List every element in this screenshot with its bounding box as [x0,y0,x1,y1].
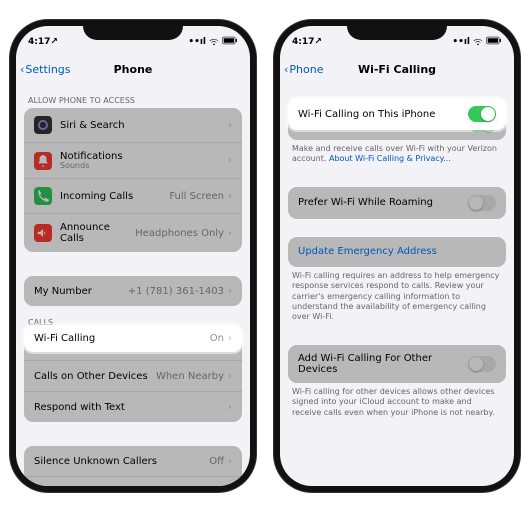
signal-icon: ••ıl [452,37,470,47]
wifi-on-iphone-label: Wi-Fi Calling on This iPhone [298,109,468,120]
wifi-icon [473,36,483,49]
notch [347,20,447,40]
screen-2: 4:17↗ ••ıl ‹Phone Wi-Fi Calling Wi-Fi Ca… [280,26,514,486]
back-button[interactable]: ‹Phone [280,63,323,76]
battery-icon [222,36,238,48]
announce-label: Announce Calls [60,222,135,244]
other-value: When Nearby [156,371,224,382]
signal-icon: ••ıl [188,37,206,47]
prefer-switch[interactable] [468,195,496,211]
row-silence[interactable]: Silence Unknown Callers Off › [24,446,242,477]
chevron-right-icon: › [228,371,232,382]
announce-icon [34,224,52,242]
row-respond[interactable]: Respond with Text › [24,392,242,422]
chevron-right-icon: › [228,155,232,166]
battery-icon [486,36,502,48]
silence-label: Silence Unknown Callers [34,456,209,467]
incoming-label: Incoming Calls [60,191,169,202]
announce-value: Headphones Only [135,228,224,239]
respond-label: Respond with Text [34,402,228,413]
row-siri[interactable]: Siri & Search › [24,108,242,143]
section-header-access: ALLOW PHONE TO ACCESS [16,84,250,108]
row-wifi-on-iphone[interactable]: Wi-Fi Calling on This iPhone [288,98,506,130]
chevron-left-icon: ‹ [284,63,288,76]
phone-frame-1: 4:17↗ ••ıl ‹Settings Phone ALLOW PHONE T… [10,20,256,492]
mynumber-value: +1 (781) 361-1403 [128,286,224,297]
back-label: Settings [25,63,70,76]
footer-other-devices: Wi-Fi calling for other devices allows o… [280,383,514,422]
phone-icon [34,187,52,205]
row-notifications[interactable]: NotificationsSounds › [24,143,242,179]
back-label: Phone [289,63,323,76]
row-update-address[interactable]: Update Emergency Address [288,237,506,267]
add-other-label: Add Wi-Fi Calling For Other Devices [298,353,468,375]
chevron-right-icon: › [228,286,232,297]
siri-icon [34,116,52,134]
chevron-right-icon: › [228,191,232,202]
chevron-right-icon: › [228,402,232,413]
footer-verizon: Make and receive calls over Wi-Fi with y… [280,140,514,169]
location-arrow-icon: ↗ [50,37,58,47]
phone-frame-2: 4:17↗ ••ıl ‹Phone Wi-Fi Calling Wi-Fi Ca… [274,20,520,492]
row-block-id[interactable]: Call Blocking & Identification › [24,477,242,486]
row-add-other[interactable]: Add Wi-Fi Calling For Other Devices [288,345,506,383]
wifi-calling-label: Wi-Fi Calling [34,333,210,344]
incoming-value: Full Screen [169,191,224,202]
notifications-icon [34,152,52,170]
wifi-on-iphone-switch[interactable] [468,106,496,122]
prefer-label: Prefer Wi-Fi While Roaming [298,197,468,208]
notch [83,20,183,40]
chevron-right-icon: › [228,228,232,239]
chevron-right-icon: › [228,456,232,467]
row-prefer-roaming[interactable]: Prefer Wi-Fi While Roaming [288,187,506,219]
row-other-devices[interactable]: Calls on Other Devices When Nearby › [24,361,242,392]
update-address-label: Update Emergency Address [298,246,496,257]
row-wifi-calling[interactable]: Wi-Fi Calling On › [24,325,242,352]
silence-value: Off [209,456,224,467]
nav-bar: ‹Phone Wi-Fi Calling [280,54,514,84]
nav-bar: ‹Settings Phone [16,54,250,84]
chevron-right-icon: › [228,120,232,131]
mynumber-label: My Number [34,286,128,297]
location-arrow-icon: ↗ [314,37,322,47]
chevron-right-icon: › [228,333,232,344]
wifi-calling-value: On [210,333,224,344]
back-button[interactable]: ‹Settings [16,63,71,76]
add-other-switch[interactable] [468,356,496,372]
row-announce[interactable]: Announce Calls Headphones Only › [24,214,242,252]
row-incoming[interactable]: Incoming Calls Full Screen › [24,179,242,214]
about-privacy-link[interactable]: About Wi-Fi Calling & Privacy... [329,154,451,163]
screen-1: 4:17↗ ••ıl ‹Settings Phone ALLOW PHONE T… [16,26,250,486]
footer-emergency: Wi-Fi calling requires an address to hel… [280,267,514,327]
other-label: Calls on Other Devices [34,371,156,382]
chevron-left-icon: ‹ [20,63,24,76]
notif-sublabel: Sounds [60,161,228,170]
wifi-icon [209,36,219,49]
siri-label: Siri & Search [60,120,228,131]
row-mynumber[interactable]: My Number +1 (781) 361-1403 › [24,276,242,306]
